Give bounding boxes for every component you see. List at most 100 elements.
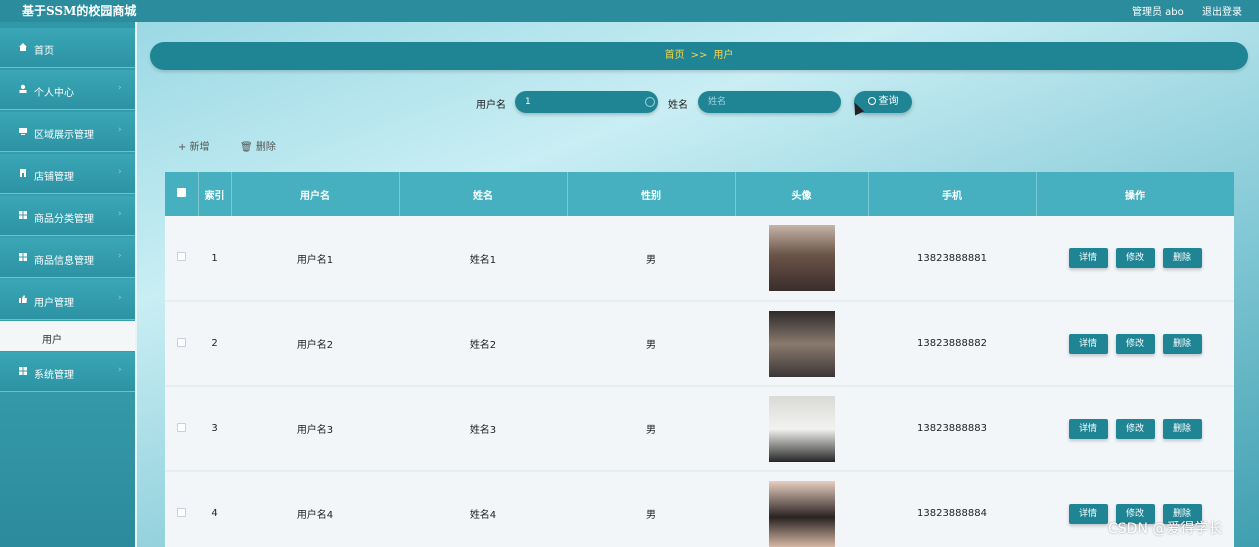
column-header: 姓名 [399, 172, 568, 216]
select-all-cell [165, 172, 199, 216]
detail-button[interactable]: 详情 [1068, 418, 1108, 439]
username-search-input[interactable] [515, 91, 658, 113]
row-index: 3 [211, 423, 218, 434]
add-button[interactable]: + 新增 [178, 138, 210, 153]
row-gender: 男 [646, 340, 656, 351]
delete-button[interactable]: 删除 [1162, 333, 1202, 354]
sidebar-subitem-user[interactable]: 用户 [0, 321, 135, 351]
edit-button[interactable]: 修改 [1115, 248, 1155, 268]
sidebar-item-label: 首页 [34, 46, 54, 57]
row-username: 用户名3 [296, 425, 334, 436]
row-index: 2 [211, 338, 218, 349]
table-row: 4 用户名4 姓名4 男 13823888884 详情 修改 删除 [165, 471, 1234, 547]
trash-icon: 🗑 [240, 142, 253, 153]
column-header: 操作 [1036, 172, 1234, 216]
sidebar-item-label: 个人中心 [34, 88, 74, 99]
chevron-icon: › [118, 167, 122, 177]
edit-button[interactable]: 修改 [1115, 333, 1155, 354]
table-row: 2 用户名2 姓名2 男 13823888882 详情 修改 删除 [165, 301, 1234, 386]
detail-button[interactable]: 详情 [1068, 503, 1108, 524]
sidebar-subitem-label: 用户 [42, 335, 62, 346]
detail-button[interactable]: 详情 [1068, 333, 1108, 354]
chevron-icon: › [118, 365, 122, 375]
thumb-icon [19, 295, 27, 303]
row-phone: 13823888884 [917, 508, 987, 519]
name-label: 姓名 [668, 100, 688, 111]
select-all-checkbox[interactable] [176, 188, 186, 197]
sidebar-item-label: 区域展示管理 [34, 130, 94, 141]
row-phone: 13823888881 [917, 252, 987, 264]
row-checkbox[interactable] [177, 337, 186, 347]
table-row: 3 用户名3 姓名3 男 13823888883 详情 修改 删除 [165, 386, 1234, 471]
column-header: 用户名 [231, 172, 400, 216]
row-index: 4 [211, 508, 218, 519]
edit-button[interactable]: 修改 [1115, 418, 1155, 439]
column-header: 头像 [735, 172, 869, 216]
row-gender: 男 [646, 254, 656, 266]
sidebar-item-area[interactable]: 区域展示管理 › [0, 112, 135, 152]
chevron-icon: › [118, 209, 122, 219]
row-checkbox[interactable] [177, 507, 186, 517]
sidebar: 首页 个人中心 › 区域展示管理 › 店铺管理 › 商品分类管理 › 商品信息管… [0, 22, 137, 547]
delete-button[interactable]: 删除 [1162, 248, 1202, 268]
breadcrumb-current: 用户 [713, 50, 734, 61]
sidebar-item-goods[interactable]: 商品信息管理 › [0, 238, 135, 278]
logout-link[interactable]: 退出登录 [1202, 3, 1242, 18]
sidebar-item-category[interactable]: 商品分类管理 › [0, 196, 135, 236]
batch-delete-button[interactable]: 🗑 删除 [240, 138, 276, 153]
column-header: 索引 [198, 172, 232, 216]
sidebar-item-personal[interactable]: 个人中心 › [0, 70, 135, 110]
sidebar-item-label: 店铺管理 [34, 172, 74, 183]
sidebar-item-label: 系统管理 [34, 370, 74, 381]
name-search-input[interactable] [698, 91, 841, 113]
user-table: 索引 用户名 姓名 性别 头像 手机 操作 1 用户名1 姓名1 男 13823… [165, 172, 1234, 547]
chevron-icon: › [118, 83, 122, 93]
sidebar-item-home[interactable]: 首页 [0, 28, 135, 68]
sidebar-item-system[interactable]: 系统管理 › [0, 352, 135, 392]
breadcrumb-home[interactable]: 首页 [665, 50, 685, 61]
top-bar: 基于SSM的校园商城 管理员 abo 退出登录 [0, 0, 1259, 22]
row-name: 姓名2 [469, 340, 497, 351]
chevron-icon: › [118, 125, 122, 135]
row-gender: 男 [646, 425, 656, 436]
delete-button[interactable]: 删除 [1162, 418, 1202, 439]
grid-icon [19, 367, 27, 375]
chevron-icon: › [118, 293, 122, 303]
avatar [768, 310, 835, 377]
avatar [768, 225, 835, 291]
detail-button[interactable]: 详情 [1068, 248, 1108, 268]
row-phone: 13823888882 [917, 338, 987, 349]
grid-icon [19, 253, 27, 261]
table-row: 1 用户名1 姓名1 男 13823888881 详情 修改 删除 [165, 216, 1234, 301]
user-icon [19, 84, 27, 93]
table-header-row: 索引 用户名 姓名 性别 头像 手机 操作 [165, 172, 1234, 216]
row-checkbox[interactable] [177, 252, 186, 261]
sidebar-item-users[interactable]: 用户管理 › [0, 280, 135, 320]
breadcrumb: 首页 >> 用户 [150, 42, 1248, 70]
breadcrumb-separator: >> [690, 50, 708, 61]
sidebar-item-store[interactable]: 店铺管理 › [0, 154, 135, 194]
row-name: 姓名1 [469, 254, 497, 266]
sidebar-item-label: 商品分类管理 [34, 214, 94, 225]
column-header: 手机 [868, 172, 1037, 216]
home-icon [19, 43, 27, 51]
store-icon [20, 169, 26, 177]
row-checkbox[interactable] [177, 422, 186, 432]
row-phone: 13823888883 [917, 423, 987, 434]
admin-label: 管理员 abo [1132, 7, 1184, 18]
row-username: 用户名1 [296, 254, 334, 266]
query-button-label: 查询 [878, 96, 899, 107]
row-name: 姓名4 [469, 510, 497, 521]
sidebar-item-label: 用户管理 [34, 298, 74, 309]
sidebar-item-label: 商品信息管理 [34, 256, 94, 267]
username-label: 用户名 [476, 100, 506, 111]
column-header: 性别 [567, 172, 736, 216]
row-index: 1 [211, 252, 218, 264]
chevron-icon: › [118, 251, 122, 261]
watermark: CSDN @爱得学长 [1108, 521, 1223, 537]
search-icon [867, 97, 876, 105]
clear-icon[interactable] [645, 97, 655, 107]
batch-delete-label: 删除 [255, 142, 276, 153]
row-name: 姓名3 [469, 425, 497, 436]
avatar [768, 395, 835, 462]
